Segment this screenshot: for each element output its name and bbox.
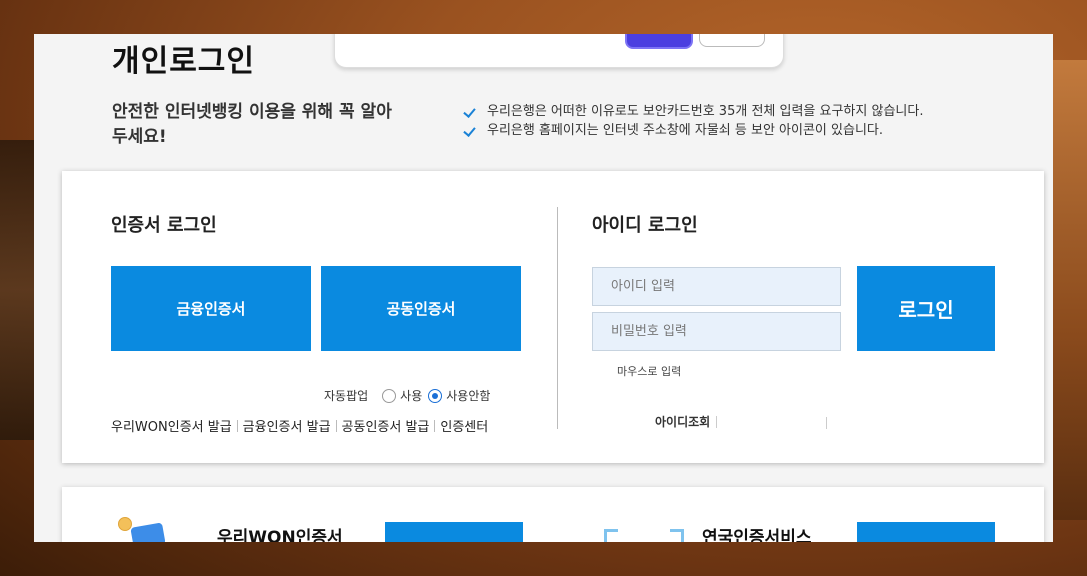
check-icon — [464, 126, 478, 136]
password-input[interactable] — [592, 312, 841, 351]
auto-popup-use-radio[interactable] — [382, 388, 397, 403]
auto-popup-nouse-radio[interactable] — [428, 388, 443, 403]
link-separator — [236, 419, 238, 432]
link-separator — [826, 417, 827, 429]
id-input[interactable] — [592, 267, 841, 306]
card-icon — [130, 522, 166, 542]
notice-text: 우리은행은 어떠한 이유로도 보안카드번호 35개 전체 입력을 요구하지 않습… — [487, 104, 924, 119]
login-card: 인증서 로그인 금융인증서 공동인증서 자동팝업 사용 사용안함 우리WON인증… — [62, 171, 1044, 463]
auto-popup-setting: 자동팝업 사용 사용안함 — [324, 387, 496, 404]
won-cert-button[interactable] — [385, 522, 523, 542]
joint-cert-title: 연국인증서비스 — [702, 528, 812, 542]
won-cert-title: 우리WON인증서 — [217, 528, 343, 542]
notice-list: 우리은행은 어떠한 이유로도 보안카드번호 35개 전체 입력을 요구하지 않습… — [464, 102, 923, 140]
notice-text: 우리은행 홈페이지는 인터넷 주소창에 자물쇠 등 보안 아이콘이 있습니다. — [487, 123, 883, 138]
id-links: 아이디조회 — [655, 413, 718, 430]
coin-icon — [118, 517, 132, 531]
link-won-cert-issue[interactable]: 우리WON인증서 발급 — [111, 416, 232, 435]
check-icon — [464, 107, 478, 117]
top-popup — [334, 34, 784, 68]
popup-confirm-button[interactable] — [625, 34, 693, 49]
link-separator — [716, 415, 718, 428]
won-cert-icon — [118, 517, 166, 542]
notice-title: 안전한 인터넷뱅킹 이용을 위해 꼭 알아두세요! — [112, 102, 392, 147]
cert-login-title: 인증서 로그인 — [111, 215, 217, 236]
cert-links: 우리WON인증서 발급 금융인증서 발급 공동인증서 발급 인증센터 — [111, 416, 488, 435]
link-separator — [335, 419, 337, 432]
popup-cancel-button[interactable] — [699, 34, 765, 47]
auto-popup-nouse-label[interactable]: 사용안함 — [446, 387, 490, 404]
browser-viewport: 개인로그인 안전한 인터넷뱅킹 이용을 위해 꼭 알아두세요! 우리은행은 어떠… — [34, 34, 1053, 542]
auto-popup-use-label[interactable]: 사용 — [400, 387, 422, 404]
login-button[interactable]: 로그인 — [857, 266, 995, 351]
link-financial-cert-issue[interactable]: 금융인증서 발급 — [243, 416, 331, 435]
auto-popup-label: 자동팝업 — [324, 389, 369, 403]
page-title: 개인로그인 — [112, 44, 255, 79]
link-find-id[interactable]: 아이디조회 — [655, 413, 710, 430]
mouse-input-link[interactable]: 마우스로 입력 — [617, 363, 681, 379]
public-cert-button[interactable]: 공동인증서 — [321, 266, 521, 351]
link-cert-center[interactable]: 인증센터 — [440, 416, 488, 435]
notice-item: 우리은행 홈페이지는 인터넷 주소창에 자물쇠 등 보안 아이콘이 있습니다. — [464, 121, 923, 140]
notice-item: 우리은행은 어떠한 이유로도 보안카드번호 35개 전체 입력을 요구하지 않습… — [464, 102, 923, 121]
section-divider — [557, 207, 558, 429]
link-public-cert-issue[interactable]: 공동인증서 발급 — [342, 416, 430, 435]
scan-bracket-icon — [604, 529, 684, 542]
financial-cert-button[interactable]: 금융인증서 — [111, 266, 311, 351]
id-login-title: 아이디 로그인 — [592, 215, 698, 236]
services-card: 우리WON인증서 연국인증서비스 — [62, 487, 1044, 542]
background-right — [1047, 60, 1087, 520]
joint-cert-button[interactable] — [857, 522, 995, 542]
link-separator — [434, 419, 436, 432]
